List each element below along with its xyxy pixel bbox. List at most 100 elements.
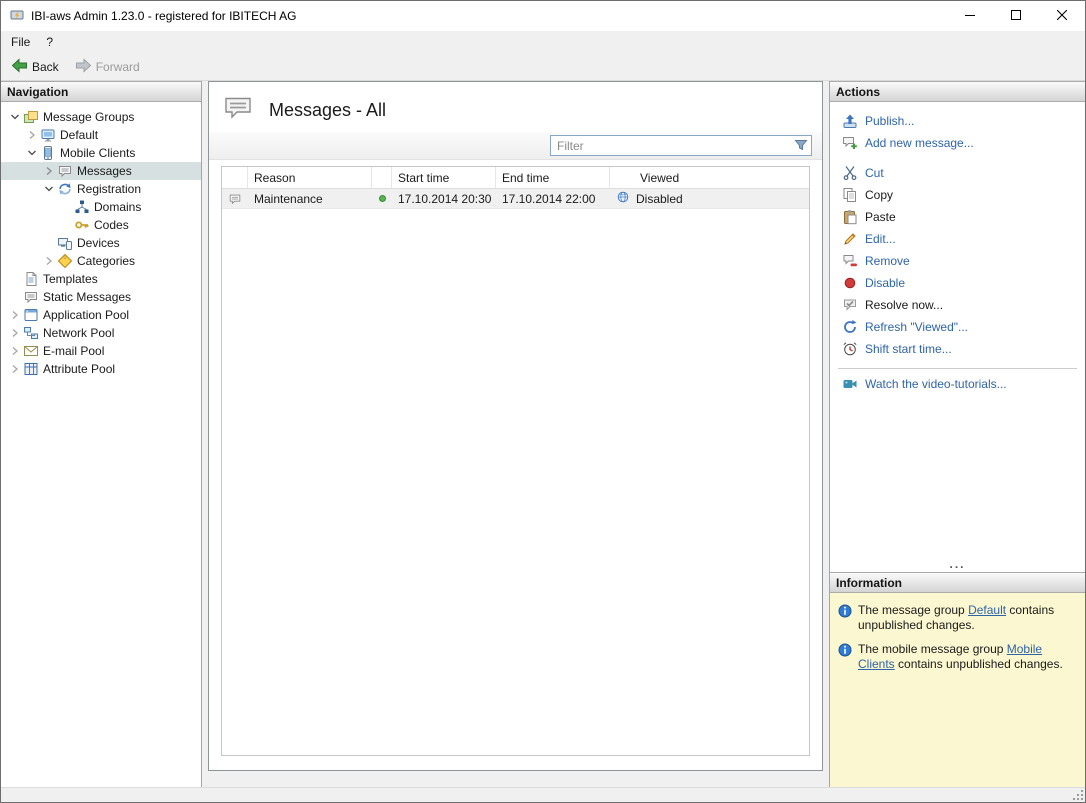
cell-status [372, 189, 392, 208]
chevron-down-icon[interactable] [7, 109, 23, 125]
back-button[interactable]: Back [5, 56, 65, 78]
tree-item-email-pool[interactable]: E-mail Pool [1, 342, 201, 360]
chevron-right-icon[interactable] [7, 343, 23, 359]
message-group-icon [40, 127, 56, 143]
filter-input[interactable] [550, 135, 812, 156]
tree-item-templates[interactable]: Templates [1, 270, 201, 288]
action-resolve-now[interactable]: Resolve now... [830, 294, 1085, 316]
column-header-reason[interactable]: Reason [248, 167, 372, 188]
menu-file[interactable]: File [3, 31, 38, 53]
main-area: Navigation Message Groups Default Mobile… [1, 81, 1085, 787]
information-header: Information [830, 572, 1085, 593]
action-copy[interactable]: Copy [830, 184, 1085, 206]
tree-item-label: Mobile Clients [60, 146, 135, 160]
action-add-new-message[interactable]: Add new message... [830, 132, 1085, 154]
tree-item-application-pool[interactable]: Application Pool [1, 306, 201, 324]
action-label: Refresh "Viewed"... [865, 320, 968, 334]
tree-spacer [7, 271, 23, 287]
action-refresh-viewed[interactable]: Refresh "Viewed"... [830, 316, 1085, 338]
tree-item-label: E-mail Pool [43, 344, 104, 358]
status-bar [1, 787, 1085, 802]
actions-overflow-splitter[interactable]: ... [830, 557, 1085, 572]
categories-icon [57, 253, 73, 269]
cut-icon [842, 165, 858, 181]
application-pool-icon [23, 307, 39, 323]
tree-item-mobile-clients[interactable]: Mobile Clients [1, 144, 201, 162]
action-remove[interactable]: Remove [830, 250, 1085, 272]
tree-item-default[interactable]: Default [1, 126, 201, 144]
forward-button[interactable]: Forward [69, 56, 146, 78]
column-header-viewed[interactable]: Viewed [610, 167, 809, 188]
tree-item-network-pool[interactable]: Network Pool [1, 324, 201, 342]
tree-item-registration[interactable]: Registration [1, 180, 201, 198]
actions-separator [838, 368, 1077, 369]
tree-item-label: Static Messages [43, 290, 131, 304]
mobile-clients-icon [40, 145, 56, 161]
column-header-start-time[interactable]: Start time [392, 167, 496, 188]
action-label: Cut [865, 166, 884, 180]
tree-spacer [41, 235, 57, 251]
filter-toolstrip [209, 132, 822, 160]
tree-item-label: Templates [43, 272, 98, 286]
menu-help[interactable]: ? [38, 31, 61, 53]
forward-label: Forward [96, 60, 140, 74]
chevron-right-icon[interactable] [7, 325, 23, 341]
chevron-right-icon[interactable] [24, 127, 40, 143]
tree-item-label: Default [60, 128, 98, 142]
action-publish[interactable]: Publish... [830, 110, 1085, 132]
column-header-icon[interactable] [222, 167, 248, 188]
actions-panel: Actions Publish... Add new message... Cu… [830, 81, 1085, 572]
chevron-right-icon[interactable] [7, 307, 23, 323]
tree-item-domains[interactable]: Domains [1, 198, 201, 216]
info-link-default[interactable]: Default [968, 603, 1006, 617]
cell-end-time: 17.10.2014 22:00 [496, 189, 610, 208]
cell-viewed: Disabled [610, 189, 809, 208]
tree-item-attribute-pool[interactable]: Attribute Pool [1, 360, 201, 378]
content-header: Messages - All [209, 82, 822, 132]
disable-icon [842, 275, 858, 291]
tree-item-codes[interactable]: Codes [1, 216, 201, 234]
resolve-icon [842, 297, 858, 313]
attribute-pool-icon [23, 361, 39, 377]
action-watch-video-tutorials[interactable]: Watch the video-tutorials... [830, 373, 1085, 395]
tree-item-label: Codes [94, 218, 129, 232]
maximize-button[interactable] [993, 1, 1039, 31]
resize-grip-icon[interactable] [1072, 789, 1084, 801]
messages-icon [57, 163, 73, 179]
window-title: IBI-aws Admin 1.23.0 - registered for IB… [31, 9, 296, 23]
action-cut[interactable]: Cut [830, 162, 1085, 184]
column-header-end-time[interactable]: End time [496, 167, 610, 188]
action-disable[interactable]: Disable [830, 272, 1085, 294]
close-button[interactable] [1039, 1, 1085, 31]
tree-item-messages[interactable]: Messages [1, 162, 201, 180]
video-icon [842, 376, 858, 392]
tree-item-devices[interactable]: Devices [1, 234, 201, 252]
action-paste[interactable]: Paste [830, 206, 1085, 228]
tree-item-message-groups[interactable]: Message Groups [1, 108, 201, 126]
filter-funnel-icon[interactable] [794, 138, 808, 155]
cell-start-time: 17.10.2014 20:30 [392, 189, 496, 208]
chevron-right-icon[interactable] [41, 163, 57, 179]
column-header-status[interactable] [372, 167, 392, 188]
tree-item-label: Attribute Pool [43, 362, 115, 376]
chevron-right-icon[interactable] [41, 253, 57, 269]
table-row[interactable]: Maintenance 17.10.2014 20:30 17.10.2014 … [222, 189, 809, 209]
info-note-text: The mobile message group Mobile Clients … [858, 642, 1077, 672]
chevron-right-icon[interactable] [7, 361, 23, 377]
refresh-icon [842, 319, 858, 335]
page-title: Messages - All [269, 100, 386, 121]
forward-arrow-icon [75, 58, 92, 76]
templates-icon [23, 271, 39, 287]
chevron-down-icon[interactable] [24, 145, 40, 161]
tree-item-label: Network Pool [43, 326, 114, 340]
minimize-button[interactable] [947, 1, 993, 31]
tree-item-static-messages[interactable]: Static Messages [1, 288, 201, 306]
chevron-down-icon[interactable] [41, 181, 57, 197]
action-shift-start-time[interactable]: Shift start time... [830, 338, 1085, 360]
action-edit[interactable]: Edit... [830, 228, 1085, 250]
back-arrow-icon [11, 58, 28, 76]
row-message-icon [222, 189, 248, 208]
content-column: Messages - All Reason Start [202, 81, 829, 787]
tree-item-categories[interactable]: Categories [1, 252, 201, 270]
action-label: Publish... [865, 114, 914, 128]
